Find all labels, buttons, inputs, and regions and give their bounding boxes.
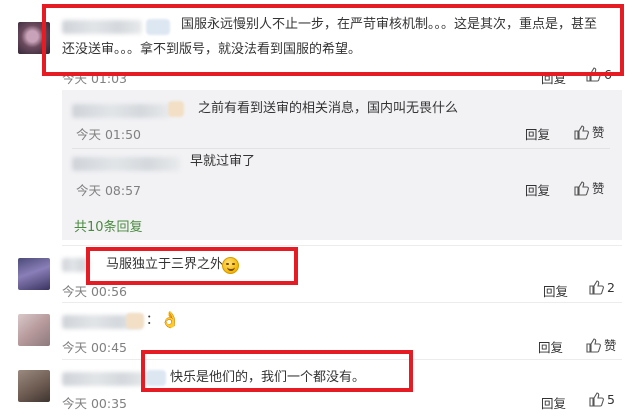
reply-time: 今天 08:57 <box>76 183 141 198</box>
reply-button[interactable]: 回复 <box>541 393 566 412</box>
comment-text: 国服永远慢别人不止一步，在严苛审核机制。。。这是其次，重点是，甚至 <box>181 17 598 32</box>
reply-text: 早就过审了 <box>190 154 256 169</box>
user-badge <box>146 19 170 35</box>
user-badge <box>126 313 144 329</box>
comment-text: 还没送审。。。拿不到版号，就没法看到国服的希望。 <box>62 42 362 57</box>
thumbs-up-icon <box>586 67 601 82</box>
comment-text: 快乐是他们的，我们一个都没有。 <box>170 370 366 385</box>
comment-time: 今天 01:03 <box>62 71 127 86</box>
like-button[interactable]: 6 <box>585 66 612 82</box>
reply-button[interactable]: 回复 <box>543 281 568 300</box>
expand-replies-link[interactable]: 共10条回复 <box>74 216 143 235</box>
thumbs-up-icon <box>586 337 601 353</box>
username[interactable] <box>72 157 180 171</box>
user-badge <box>146 370 166 386</box>
like-label: 赞 <box>592 181 605 196</box>
ok-hand-icon: 👌 <box>160 310 180 329</box>
username[interactable] <box>62 258 90 272</box>
divider <box>62 359 622 360</box>
like-label: 赞 <box>592 125 605 140</box>
avatar[interactable] <box>18 314 50 346</box>
like-button[interactable]: 赞 <box>573 122 605 141</box>
like-label: 赞 <box>604 338 617 353</box>
like-button[interactable]: 2 <box>588 279 615 295</box>
comment-text: ： <box>146 313 160 328</box>
thumbs-up-icon <box>574 180 589 196</box>
like-button[interactable]: 5 <box>588 391 615 407</box>
reply-text: 之前有看到送审的相关消息，国内叫无畏什么 <box>198 101 459 116</box>
like-count: 5 <box>607 391 615 407</box>
thumbs-up-icon <box>574 124 589 140</box>
reply-button[interactable]: 回复 <box>525 124 550 143</box>
reply-button[interactable]: 回复 <box>525 180 550 199</box>
like-button[interactable]: 赞 <box>585 335 617 354</box>
avatar[interactable] <box>18 370 50 402</box>
like-count: 2 <box>607 279 615 295</box>
reply-button[interactable]: 回复 <box>538 337 563 356</box>
like-count: 6 <box>604 66 612 82</box>
avatar[interactable] <box>18 258 50 290</box>
avatar[interactable] <box>18 22 50 54</box>
divider <box>72 148 610 149</box>
comment-time: 今天 00:35 <box>62 396 127 411</box>
comment-time: 今天 00:56 <box>62 284 127 299</box>
comment-time: 今天 00:45 <box>62 340 127 355</box>
username[interactable] <box>62 20 142 34</box>
username[interactable] <box>62 372 148 386</box>
divider <box>62 245 622 246</box>
reply-time: 今天 01:50 <box>76 127 141 142</box>
like-button[interactable]: 赞 <box>573 178 605 197</box>
comment-text: 马服独立于三界之外 <box>106 257 224 272</box>
thumbs-up-icon <box>589 392 604 407</box>
reply-button[interactable]: 回复 <box>541 68 566 87</box>
divider <box>62 302 622 303</box>
thumbs-up-icon <box>589 280 604 295</box>
user-badge <box>168 101 184 117</box>
username[interactable] <box>72 104 170 118</box>
grinning-face-icon <box>222 257 239 274</box>
